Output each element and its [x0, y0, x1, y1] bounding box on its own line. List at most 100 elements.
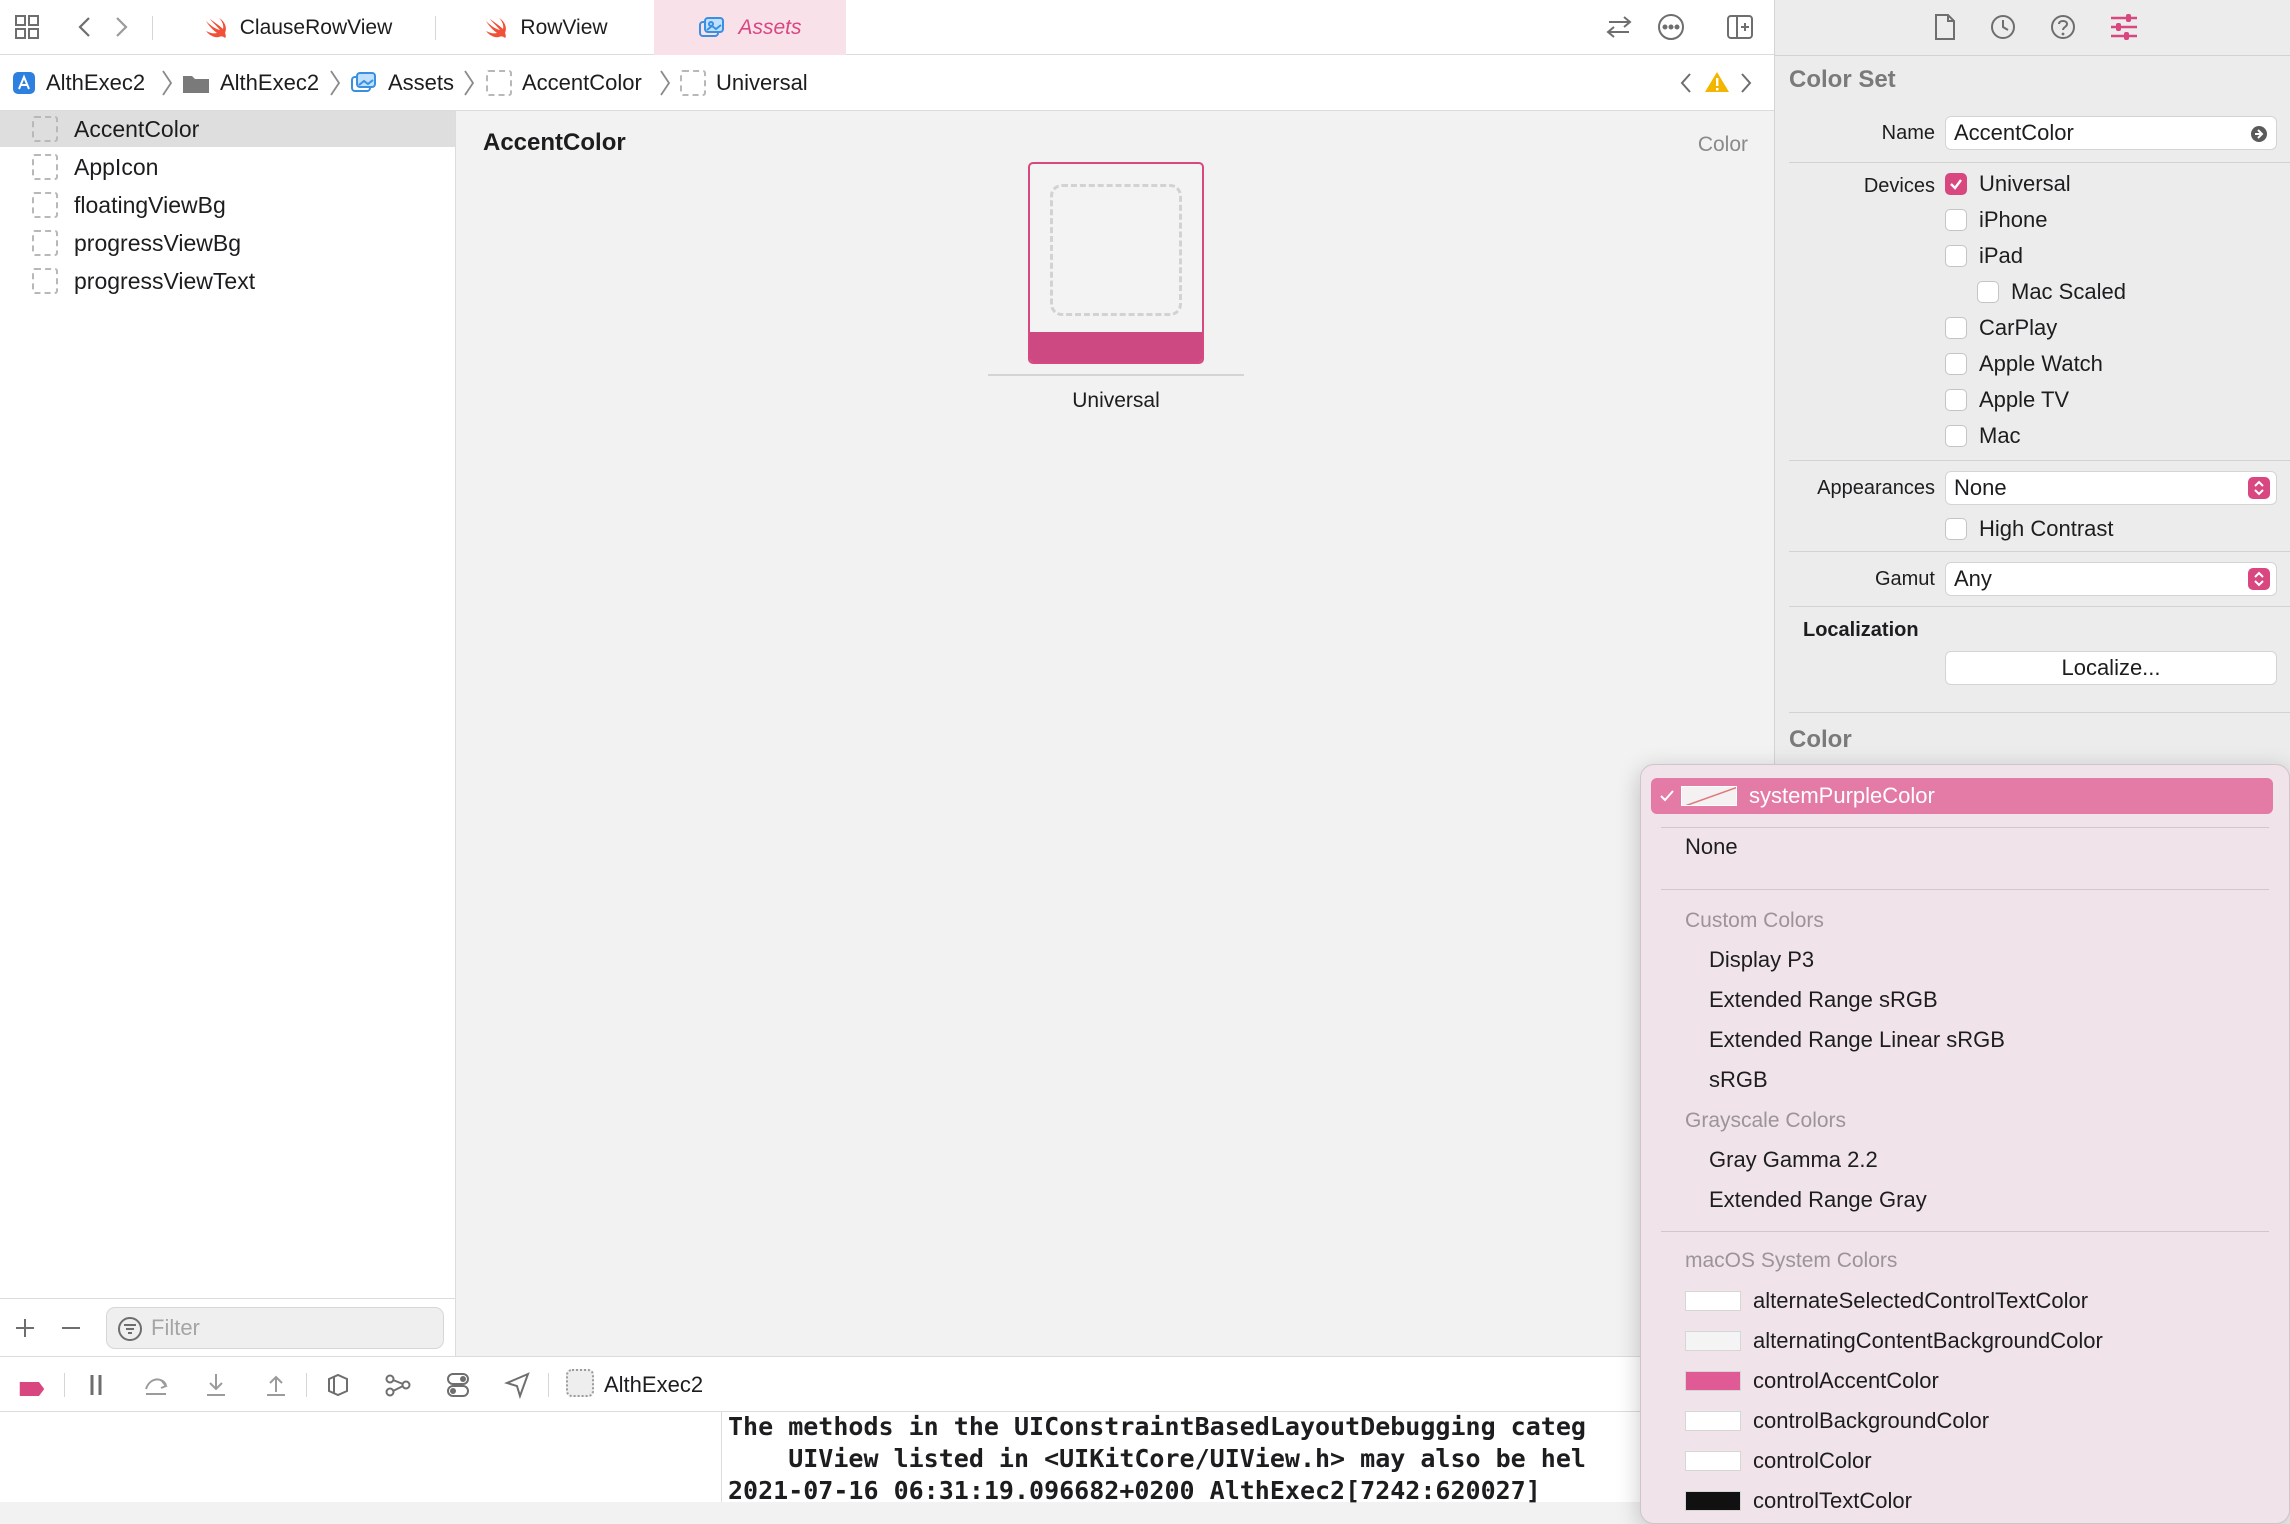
asset-catalog-icon	[350, 71, 378, 95]
menu-item-system-color[interactable]: alternatingContentBackgroundColor	[1641, 1323, 2289, 1359]
color-popup-menu: systemPurpleColor None Custom Colors Dis…	[1640, 764, 2290, 1524]
history-inspector-icon[interactable]	[1989, 13, 2017, 41]
tab-assets[interactable]: Assets	[654, 0, 846, 55]
device-ipad-checkbox[interactable]: iPad	[1945, 243, 2023, 269]
grid-icon[interactable]	[12, 12, 42, 42]
navigator-footer: Filter	[0, 1298, 456, 1356]
step-out-icon[interactable]	[262, 1371, 290, 1399]
device-apple-tv-checkbox[interactable]: Apple TV	[1945, 387, 2069, 413]
pause-icon[interactable]	[82, 1371, 110, 1399]
console-area: The methods in the UIConstraintBasedLayo…	[0, 1412, 1774, 1505]
menu-item-extended-linear-srgb[interactable]: Extended Range Linear sRGB	[1641, 1022, 2289, 1058]
scheme-icon	[566, 1369, 594, 1397]
environment-overrides-icon[interactable]	[444, 1371, 472, 1399]
add-icon[interactable]	[14, 1317, 36, 1339]
memory-graph-icon[interactable]	[384, 1371, 412, 1399]
menu-item-display-p3[interactable]: Display P3	[1641, 942, 2289, 978]
menu-item-extended-srgb[interactable]: Extended Range sRGB	[1641, 982, 2289, 1018]
app-icon-set-icon	[32, 154, 58, 180]
go-arrow-icon[interactable]	[2250, 125, 2268, 143]
menu-header-grayscale: Grayscale Colors	[1685, 1109, 1847, 1132]
menu-item-srgb[interactable]: sRGB	[1641, 1062, 2289, 1098]
more-options-icon[interactable]	[1656, 12, 1686, 42]
divider	[1789, 712, 2290, 713]
filter-icon	[118, 1317, 142, 1341]
filter-input[interactable]: Filter	[106, 1307, 444, 1349]
list-item[interactable]: floatingViewBg	[0, 187, 455, 223]
menu-item-system-color[interactable]: controlBackgroundColor	[1641, 1403, 2289, 1439]
device-mac-checkbox[interactable]: Mac	[1945, 423, 2021, 449]
remove-icon[interactable]	[60, 1317, 82, 1339]
breadcrumb-item-universal[interactable]: Universal	[680, 55, 808, 111]
section-title-color: Color	[1789, 726, 1852, 753]
popup-arrows-icon	[2248, 477, 2270, 499]
debug-bar: AlthExec2	[0, 1356, 1774, 1412]
breadcrumb-item-project[interactable]: AlthExec2	[12, 55, 145, 111]
color-swatch-icon	[1685, 1411, 1741, 1431]
menu-item-gray-gamma[interactable]: Gray Gamma 2.2	[1641, 1142, 2289, 1178]
list-item[interactable]: AccentColor	[0, 111, 455, 147]
folder-icon	[182, 72, 210, 94]
location-icon[interactable]	[504, 1371, 532, 1399]
high-contrast-checkbox[interactable]: High Contrast	[1945, 516, 2114, 542]
menu-item-system-color[interactable]: controlAccentColor	[1641, 1363, 2289, 1399]
swift-icon	[204, 17, 228, 39]
divider	[548, 1373, 549, 1397]
list-item[interactable]: progressViewBg	[0, 225, 455, 261]
breakpoint-icon[interactable]	[18, 1375, 46, 1403]
localize-button[interactable]: Localize...	[1945, 651, 2277, 685]
gamut-popup[interactable]: Any	[1945, 562, 2277, 596]
tab-label: RowView	[520, 15, 608, 39]
asset-editor: AccentColor Color Universal	[457, 111, 1774, 1356]
swatch-color-bar	[1030, 332, 1202, 362]
device-universal-checkbox[interactable]: Universal	[1945, 171, 2071, 197]
menu-item-system-purple[interactable]: systemPurpleColor	[1651, 778, 2273, 814]
breadcrumb-item-accentcolor[interactable]: AccentColor	[486, 55, 642, 111]
checkbox-box	[1945, 389, 1967, 411]
section-title-color-set: Color Set	[1789, 66, 1896, 93]
breadcrumb-item-assets[interactable]: Assets	[350, 55, 454, 111]
view-hierarchy-icon[interactable]	[324, 1371, 352, 1399]
menu-separator	[1661, 889, 2269, 890]
asset-kind-label: Color	[1697, 133, 1748, 156]
menu-item-system-color[interactable]: controlTextColor	[1641, 1483, 2289, 1519]
step-into-icon[interactable]	[202, 1371, 230, 1399]
scheme-label[interactable]: AlthExec2	[604, 1357, 703, 1413]
next-issue-icon[interactable]	[1738, 71, 1754, 95]
tab-clauserowview[interactable]: ClauseRowView	[176, 0, 420, 55]
attributes-inspector-icon[interactable]	[2109, 13, 2139, 41]
device-mac-scaled-checkbox[interactable]: Mac Scaled	[1977, 279, 2126, 305]
menu-item-extended-gray[interactable]: Extended Range Gray	[1641, 1182, 2289, 1218]
add-editor-icon[interactable]	[1725, 12, 1755, 42]
color-set-icon	[32, 192, 58, 218]
swatch-divider	[988, 374, 1244, 376]
tab-rowview[interactable]: RowView	[452, 0, 640, 55]
file-inspector-icon[interactable]	[1933, 13, 1957, 41]
menu-item-system-color[interactable]: controlColor	[1641, 1443, 2289, 1479]
checkbox-box	[1945, 317, 1967, 339]
console-line: The methods in the UIConstraintBasedLayo…	[728, 1412, 1586, 1441]
previous-issue-icon[interactable]	[1678, 71, 1694, 95]
checkbox-box	[1945, 209, 1967, 231]
name-field[interactable]: AccentColor	[1945, 116, 2277, 150]
device-carplay-checkbox[interactable]: CarPlay	[1945, 315, 2057, 341]
warning-icon[interactable]	[1704, 70, 1730, 94]
device-apple-watch-checkbox[interactable]: Apple Watch	[1945, 351, 2103, 377]
back-arrow-icon[interactable]	[70, 12, 100, 42]
appearances-popup[interactable]: None	[1945, 471, 2277, 505]
menu-item-system-color[interactable]: alternateSelectedControlTextColor	[1641, 1283, 2289, 1319]
asset-title: AccentColor	[483, 129, 626, 156]
list-item[interactable]: progressViewText	[0, 263, 455, 299]
device-iphone-checkbox[interactable]: iPhone	[1945, 207, 2048, 233]
name-label: Name	[1881, 122, 1935, 144]
checkbox-box	[1945, 245, 1967, 267]
color-swatch[interactable]	[1028, 162, 1204, 364]
help-inspector-icon[interactable]	[2049, 13, 2077, 41]
breadcrumb-item-folder[interactable]: AlthExec2	[182, 55, 319, 111]
step-over-icon[interactable]	[142, 1371, 170, 1399]
swap-arrows-icon[interactable]	[1604, 12, 1634, 42]
menu-header-custom: Custom Colors	[1685, 909, 1824, 932]
list-item[interactable]: AppIcon	[0, 149, 455, 185]
forward-arrow-icon[interactable]	[106, 12, 136, 42]
menu-item-none[interactable]: None	[1641, 821, 2289, 873]
